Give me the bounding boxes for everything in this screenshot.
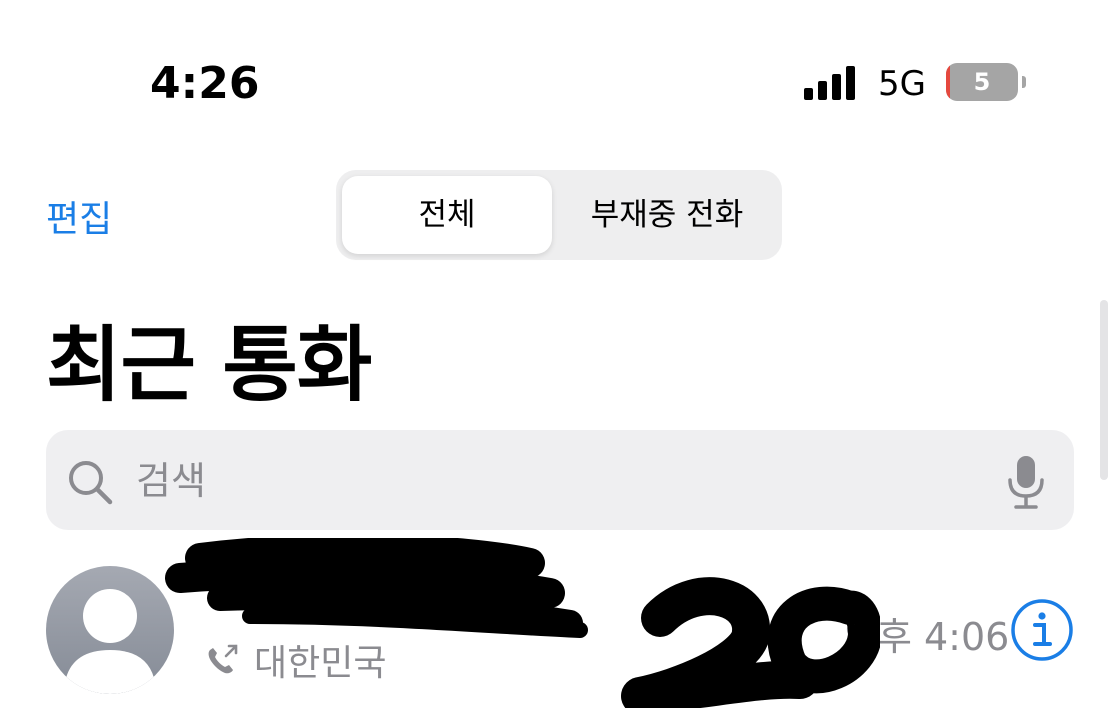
status-bar-time: 4:26 bbox=[150, 58, 260, 109]
battery-percent: 5 bbox=[973, 68, 991, 96]
search-icon bbox=[69, 461, 113, 505]
cellular-signal-icon bbox=[804, 66, 858, 100]
search-bar[interactable] bbox=[46, 430, 1074, 530]
info-icon[interactable] bbox=[1010, 598, 1074, 662]
segment-all[interactable]: 전체 bbox=[342, 176, 552, 254]
edit-button[interactable]: 편집 bbox=[46, 190, 112, 242]
redaction-scribble bbox=[165, 538, 880, 708]
battery-icon: 5 bbox=[946, 63, 1026, 101]
scroll-indicator[interactable] bbox=[1100, 300, 1108, 480]
network-type-label: 5G bbox=[878, 64, 926, 104]
microphone-icon[interactable] bbox=[1006, 454, 1046, 510]
search-input[interactable] bbox=[134, 448, 958, 514]
recents-filter-segmented-control: 전체 부재중 전화 bbox=[336, 170, 782, 260]
segment-missed-calls[interactable]: 부재중 전화 bbox=[558, 176, 776, 254]
person-silhouette-icon bbox=[66, 589, 154, 694]
contact-avatar-icon[interactable] bbox=[46, 566, 174, 694]
page-title: 최근 통화 bbox=[46, 318, 372, 413]
